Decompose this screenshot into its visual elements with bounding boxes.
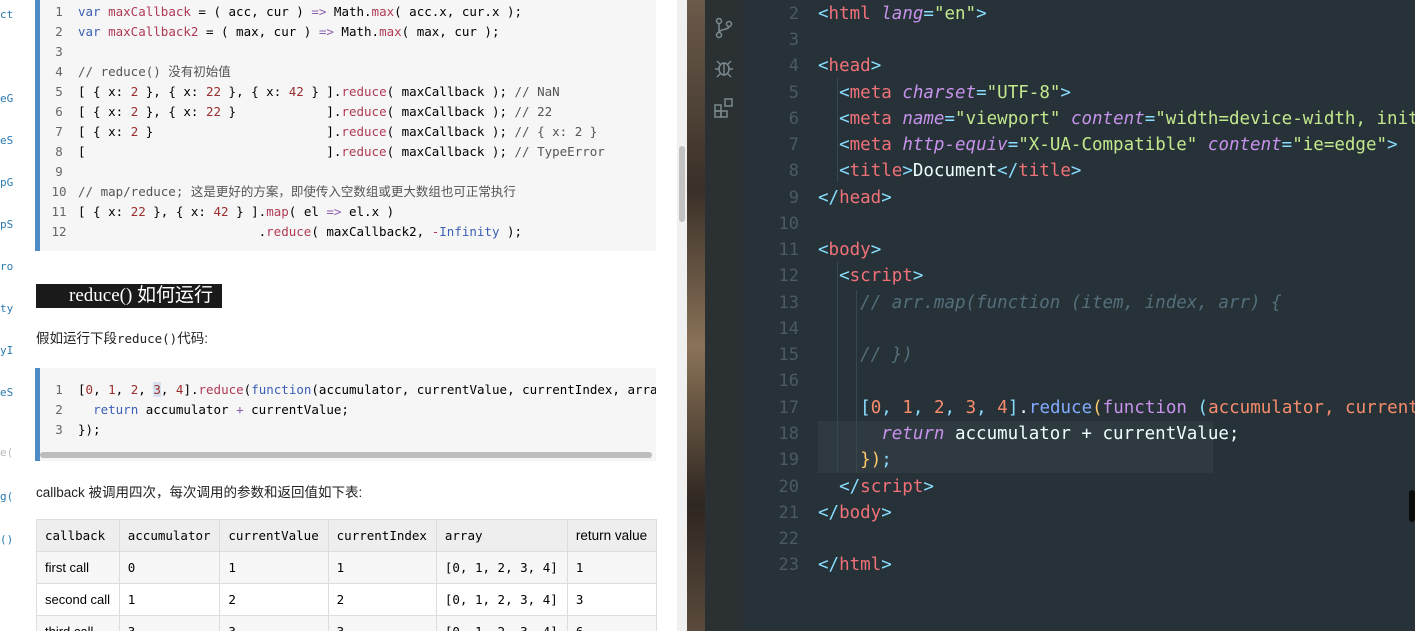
code-line: 1 var maxCallback = ( acc, cur ) => Math.… xyxy=(55,4,523,19)
table-cell: 2 xyxy=(327,583,437,616)
code-line: 4// reduce() 没有初始值 xyxy=(55,64,231,79)
table-cell: 2 xyxy=(219,583,329,616)
table-cell: second call xyxy=(36,583,120,616)
strip-item[interactable]: ty xyxy=(0,302,13,315)
code-line: 1 [0, 1, 2, 3, 4].reduce(function(accumul… xyxy=(55,382,656,397)
table-row: second call 1 2 2 [0, 1, 2, 3, 4] 3 xyxy=(36,583,658,616)
table-intro-paragraph: callback 被调用四次，每次调用的参数和返回值如下表: xyxy=(36,485,363,500)
editor-line: 22 xyxy=(778,529,799,549)
table-cell: 0 xyxy=(118,551,221,584)
editor-line: 13 // arr.map(function (item, index, arr… xyxy=(778,293,1282,313)
documentation-panel: 1 var maxCallback = ( acc, cur ) => Math.… xyxy=(22,0,677,631)
table-header: accumulator xyxy=(118,519,221,552)
callback-table: callback accumulator currentValue curren… xyxy=(36,519,658,631)
table-cell: 1 xyxy=(566,551,658,584)
table-cell: [0, 1, 2, 3, 4] xyxy=(435,583,568,616)
editor-line: 14 xyxy=(778,319,799,339)
table-cell: 3 xyxy=(118,615,221,631)
doc-vertical-scrollbar[interactable] xyxy=(677,0,687,631)
code-line: 5[ { x: 2 }, { x: 22 }, { x: 42 } ].redu… xyxy=(55,84,560,99)
table-header: currentValue xyxy=(219,519,329,552)
editor-line: 12 <script> xyxy=(778,266,924,286)
code-line: 9 xyxy=(55,164,63,179)
editor-line: 5 <meta charset="UTF-8"> xyxy=(788,83,1071,103)
code-line: 2 var maxCallback2 = ( max, cur ) => Math… xyxy=(55,24,500,39)
strip-item[interactable]: g( xyxy=(0,490,13,503)
table-header-row: callback accumulator currentValue curren… xyxy=(36,519,658,552)
table-cell: first call xyxy=(36,551,120,584)
code-line: 12 .reduce( maxCallback2, -Infinity ); xyxy=(51,224,523,239)
code-block-reduce-run[interactable]: 1 [0, 1, 2, 3, 4].reduce(function(accumul… xyxy=(35,368,656,461)
editor-line: 20 </script> xyxy=(778,477,934,497)
table-cell: 6 xyxy=(566,615,658,631)
table-row: third call 3 3 3 [0, 1, 2, 3, 4] 6 xyxy=(36,615,658,631)
table-cell: [0, 1, 2, 3, 4] xyxy=(435,551,568,584)
editor-line: 7 <meta http-equiv="X-UA-Compatible" con… xyxy=(788,135,1398,155)
code-line: 3}); xyxy=(55,422,101,437)
left-sidebar-strip: ct eG eS pG pS ro ty yI eS e( g( () xyxy=(0,0,22,631)
table-header: return value xyxy=(566,519,658,552)
editor-line: 19 }); xyxy=(778,450,892,470)
strip-item[interactable]: pS xyxy=(0,218,13,231)
table-cell: 3 xyxy=(327,615,437,631)
code-line: 7[ { x: 2 } ].reduce( maxCallback ); // … xyxy=(55,124,598,139)
code-block-reduce-examples[interactable]: 1 var maxCallback = ( acc, cur ) => Math.… xyxy=(35,0,656,251)
editor-line: 9 </head> xyxy=(788,188,892,208)
intro-paragraph: 假如运行下段reduce()代码: xyxy=(36,331,208,346)
table-cell: 1 xyxy=(219,551,329,584)
code-line: 6[ { x: 2 }, { x: 22 } ].reduce( maxCall… xyxy=(55,104,553,119)
code-line: 2 return accumulator + currentValue; xyxy=(55,402,349,417)
code-line: 10// map/reduce; 这是更好的方案，即使传入空数组或更大数组也可正… xyxy=(51,184,516,199)
code-editor[interactable]: 2 <html lang="en"> 3 4 <head> 5 <meta char… xyxy=(743,0,1415,631)
code-line: 11[ { x: 22 }, { x: 42 } ].map( el => el… xyxy=(51,204,395,219)
editor-line: 17 [0, 1, 2, 3, 4].reduce(function (accu… xyxy=(778,398,1415,418)
strip-item[interactable]: ct xyxy=(0,8,13,21)
editor-line: 8 <title>Document</title> xyxy=(788,161,1082,181)
table-row: first call 0 1 1 [0, 1, 2, 3, 4] 1 xyxy=(36,551,658,584)
code-horizontal-scrollbar[interactable] xyxy=(40,452,652,458)
editor-line: 18 return accumulator + currentValue; xyxy=(778,424,1240,444)
strip-item[interactable]: eG xyxy=(0,92,13,105)
strip-item[interactable]: () xyxy=(0,533,13,546)
table-header: callback xyxy=(36,519,120,552)
strip-item[interactable]: pG xyxy=(0,176,13,189)
strip-item[interactable]: e( xyxy=(0,446,13,459)
activity-bar xyxy=(705,0,743,631)
table-cell: third call xyxy=(36,615,120,631)
code-line: 3 xyxy=(55,44,63,59)
table-cell: 1 xyxy=(118,583,221,616)
table-header: array xyxy=(435,519,568,552)
table-cell: [0, 1, 2, 3, 4] xyxy=(435,615,568,631)
editor-scrollbar[interactable] xyxy=(1409,490,1415,522)
section-heading: reduce() 如何运行 xyxy=(36,284,222,308)
editor-line: 6 <meta name="viewport" content="width=d… xyxy=(788,109,1415,129)
table-cell: 3 xyxy=(566,583,658,616)
editor-line: 10 xyxy=(778,214,799,234)
strip-item[interactable]: ro xyxy=(0,260,13,273)
source-control-icon[interactable] xyxy=(713,17,735,39)
editor-line: 23 </html> xyxy=(778,555,892,575)
editor-line: 3 xyxy=(788,30,799,50)
scrollbar-thumb[interactable] xyxy=(679,146,685,222)
table-cell: 1 xyxy=(327,551,437,584)
table-header: currentIndex xyxy=(327,519,437,552)
table-cell: 3 xyxy=(219,615,329,631)
editor-line: 4 <head> xyxy=(788,56,882,76)
strip-item[interactable]: eS xyxy=(0,134,13,147)
editor-line: 2 <html lang="en"> xyxy=(788,4,987,24)
code-line: 8[ ].reduce( maxCallback ); // TypeError xyxy=(55,144,605,159)
desktop-wallpaper xyxy=(687,0,705,631)
editor-line: 21 </body> xyxy=(778,503,892,523)
debug-icon[interactable] xyxy=(713,57,735,79)
strip-item[interactable]: yI xyxy=(0,344,13,357)
editor-line: 16 xyxy=(778,371,799,391)
strip-item[interactable]: eS xyxy=(0,386,13,399)
editor-line: 11 <body> xyxy=(778,240,882,260)
extensions-icon[interactable] xyxy=(713,97,735,119)
editor-line: 15 // }) xyxy=(778,345,913,365)
inline-code: reduce() xyxy=(117,331,178,346)
